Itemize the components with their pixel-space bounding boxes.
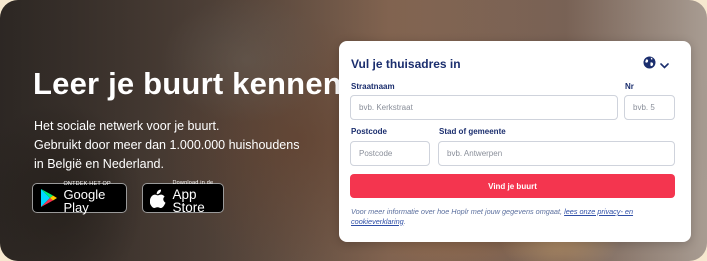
number-label: Nr bbox=[625, 82, 634, 91]
app-store-small-label: Download in de bbox=[172, 180, 214, 187]
hero-subtext-line: Gebruikt door meer dan 1.000.000 huishou… bbox=[34, 138, 300, 152]
address-form-card: Vul je thuisadres in Straatnaam Nr Postc… bbox=[339, 41, 691, 242]
privacy-notice-text: Voor meer informatie over hoe Hoplr met … bbox=[351, 207, 565, 216]
privacy-notice: Voor meer informatie over hoe Hoplr met … bbox=[351, 207, 671, 226]
find-neighbourhood-button[interactable]: Vind je buurt bbox=[350, 174, 675, 198]
language-selector[interactable] bbox=[643, 56, 669, 74]
google-play-button[interactable]: ONTDEK HET OP Google Play bbox=[32, 181, 127, 216]
postcode-input[interactable] bbox=[350, 141, 430, 166]
postcode-label: Postcode bbox=[351, 127, 388, 136]
street-input[interactable] bbox=[350, 95, 618, 120]
hero-subtext-line: in België en Nederland. bbox=[34, 157, 164, 171]
app-store-big-label: App Store bbox=[172, 186, 205, 216]
hero-subtext: Het sociale netwerk voor je buurt. Gebru… bbox=[34, 117, 324, 174]
hero-subtext-line: Het sociale netwerk voor je buurt. bbox=[34, 119, 220, 133]
city-label: Stad of gemeente bbox=[439, 127, 506, 136]
privacy-notice-end: . bbox=[403, 216, 406, 226]
hero-headline: Leer je buurt kennen bbox=[33, 66, 342, 101]
google-play-big-label: Google Play bbox=[63, 187, 106, 216]
street-label: Straatnaam bbox=[351, 82, 395, 91]
house-number-input[interactable] bbox=[624, 95, 675, 120]
form-title: Vul je thuisadres in bbox=[351, 57, 461, 71]
apple-icon bbox=[149, 187, 168, 209]
app-store-text: Download in de App Store bbox=[173, 181, 224, 215]
globe-icon bbox=[643, 56, 656, 74]
chevron-down-icon bbox=[660, 56, 669, 74]
app-store-button[interactable]: Download in de App Store bbox=[142, 181, 224, 215]
google-play-icon bbox=[39, 187, 58, 209]
google-play-text: ONTDEK HET OP Google Play bbox=[63, 181, 126, 216]
city-input[interactable] bbox=[438, 141, 675, 166]
